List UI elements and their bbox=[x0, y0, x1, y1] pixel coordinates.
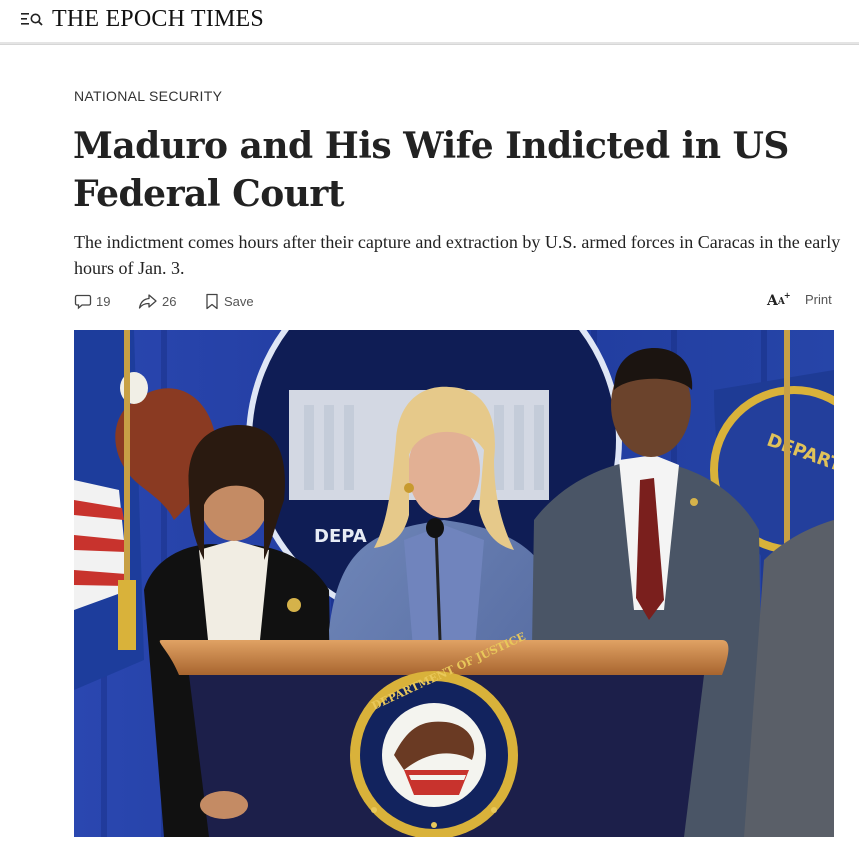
backdrop-text: DEPA bbox=[314, 526, 367, 547]
share-button[interactable]: 26 bbox=[138, 292, 176, 310]
article-actions: 19 26 Save AA+ Print bbox=[74, 290, 834, 314]
print-button[interactable]: Print bbox=[805, 292, 832, 307]
comments-count: 19 bbox=[96, 293, 111, 309]
press-conference-image: DEPA DEPART DEPARTMENT OF JUSTICE bbox=[74, 330, 834, 837]
top-bar: THE EPOCH TIMES bbox=[0, 0, 859, 40]
menu-search-icon[interactable] bbox=[21, 11, 43, 27]
comment-icon bbox=[74, 292, 92, 310]
bookmark-icon bbox=[204, 292, 220, 310]
text-size-button[interactable]: AA+ bbox=[767, 290, 792, 309]
site-logo[interactable]: THE EPOCH TIMES bbox=[52, 6, 264, 33]
article-photo[interactable]: DEPA DEPART DEPARTMENT OF JUSTICE bbox=[74, 330, 834, 837]
section-label[interactable]: NATIONAL SECURITY bbox=[74, 88, 222, 104]
article-headline: Maduro and His Wife Indicted in US Feder… bbox=[73, 125, 789, 215]
print-label: Print bbox=[805, 292, 832, 307]
text-size-icon: AA+ bbox=[767, 290, 791, 309]
article-subhead: The indictment comes hours after their c… bbox=[74, 232, 841, 278]
shares-count: 26 bbox=[162, 293, 177, 309]
header-divider bbox=[0, 42, 859, 45]
share-arrow-icon bbox=[138, 292, 158, 310]
comments-button[interactable]: 19 bbox=[74, 292, 110, 310]
save-button[interactable]: Save bbox=[204, 292, 254, 310]
save-label: Save bbox=[224, 293, 254, 309]
